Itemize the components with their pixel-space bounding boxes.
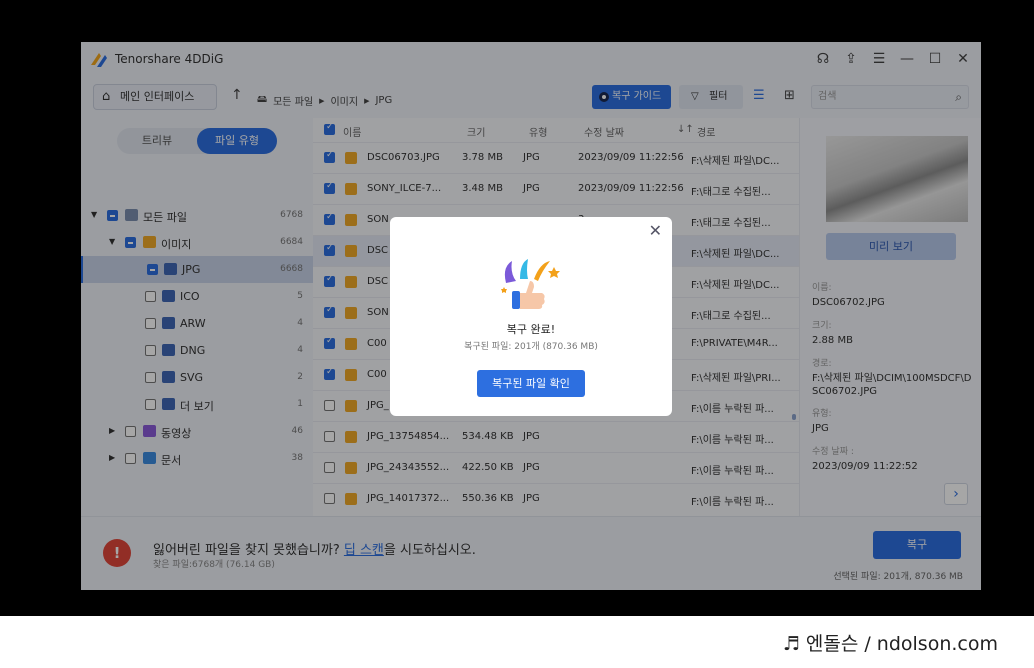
recovery-complete-dialog: ✕ 복구 완료! 복구된 파일: 201개 (870.36 MB) 복구된 파일… [390, 217, 672, 416]
dialog-title: 복구 완료! [506, 323, 556, 336]
view-recovered-files-button[interactable]: 복구된 파일 확인 [477, 370, 585, 397]
app-window: Tenorshare 4DDiG ☊ ⇪ ☰ — ☐ ✕ ⌂ 메인 인터페이스 … [81, 42, 981, 590]
thumbs-up-icon [501, 259, 560, 309]
dialog-subtitle: 복구된 파일: 201개 (870.36 MB) [464, 342, 598, 352]
close-icon[interactable]: ✕ [649, 221, 662, 240]
screen-backdrop: Tenorshare 4DDiG ☊ ⇪ ☰ — ☐ ✕ ⌂ 메인 인터페이스 … [0, 0, 1034, 616]
watermark: ♬ 엔돌슨 / ndolson.com [782, 633, 998, 655]
